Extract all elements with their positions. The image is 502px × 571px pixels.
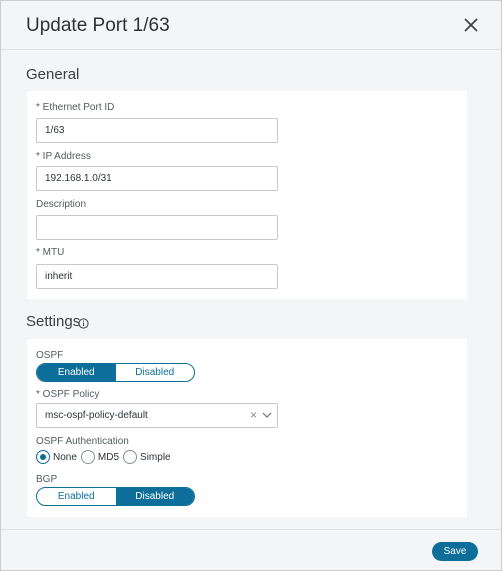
- ethernet-port-id-label: * Ethernet Port ID: [36, 102, 115, 113]
- dialog-footer: Save: [1, 529, 501, 570]
- ospf-policy-select[interactable]: msc-ospf-policy-default ×: [36, 403, 278, 428]
- description-label: Description: [36, 199, 87, 210]
- ip-address-field[interactable]: 192.168.1.0/31: [36, 166, 278, 191]
- save-button[interactable]: Save: [432, 542, 478, 561]
- ethernet-port-id-field[interactable]: 1/63: [36, 118, 278, 143]
- radio-unchecked-icon: [123, 450, 138, 464]
- auth-simple-label: Simple: [140, 451, 171, 463]
- info-icon[interactable]: [78, 318, 89, 329]
- ip-address-label: * IP Address: [36, 151, 91, 162]
- auth-none-radio[interactable]: None: [36, 450, 77, 464]
- radio-checked-icon: [36, 450, 50, 464]
- ospf-policy-value: msc-ospf-policy-default: [45, 410, 148, 421]
- description-field[interactable]: [36, 215, 278, 240]
- auth-none-label: None: [53, 451, 77, 463]
- ospf-policy-label: * OSPF Policy: [36, 389, 100, 400]
- close-button[interactable]: [460, 14, 482, 36]
- bgp-disabled-option[interactable]: Disabled: [115, 488, 194, 505]
- auth-md5-label: MD5: [97, 451, 120, 463]
- ospf-enabled-option[interactable]: Enabled: [37, 364, 116, 381]
- settings-section-title: Settings: [26, 313, 81, 330]
- ospf-disabled-option[interactable]: Disabled: [116, 364, 195, 381]
- mtu-field[interactable]: inherit: [36, 264, 278, 289]
- ospf-authentication-label: OSPF Authentication: [36, 436, 129, 447]
- ospf-authentication-radio-group: None MD5 Simple: [36, 449, 175, 465]
- bgp-toggle: Enabled Disabled: [36, 487, 195, 506]
- ospf-toggle: Enabled Disabled: [36, 363, 195, 382]
- chevron-down-icon[interactable]: [262, 412, 272, 419]
- update-port-dialog: Update Port 1/63 General * Ethernet Port…: [0, 0, 502, 571]
- dialog-header: Update Port 1/63: [1, 1, 501, 50]
- auth-md5-radio[interactable]: MD5: [80, 450, 120, 464]
- ospf-label: OSPF: [36, 350, 64, 361]
- general-section-title: General: [26, 66, 80, 83]
- bgp-label: BGP: [36, 474, 58, 485]
- clear-icon[interactable]: ×: [250, 404, 257, 427]
- auth-simple-radio[interactable]: Simple: [123, 450, 171, 464]
- radio-unchecked-icon: [80, 450, 95, 464]
- bgp-enabled-option[interactable]: Enabled: [37, 488, 116, 505]
- close-icon: [464, 18, 478, 32]
- dialog-title: Update Port 1/63: [26, 15, 170, 36]
- mtu-label: * MTU: [36, 247, 65, 258]
